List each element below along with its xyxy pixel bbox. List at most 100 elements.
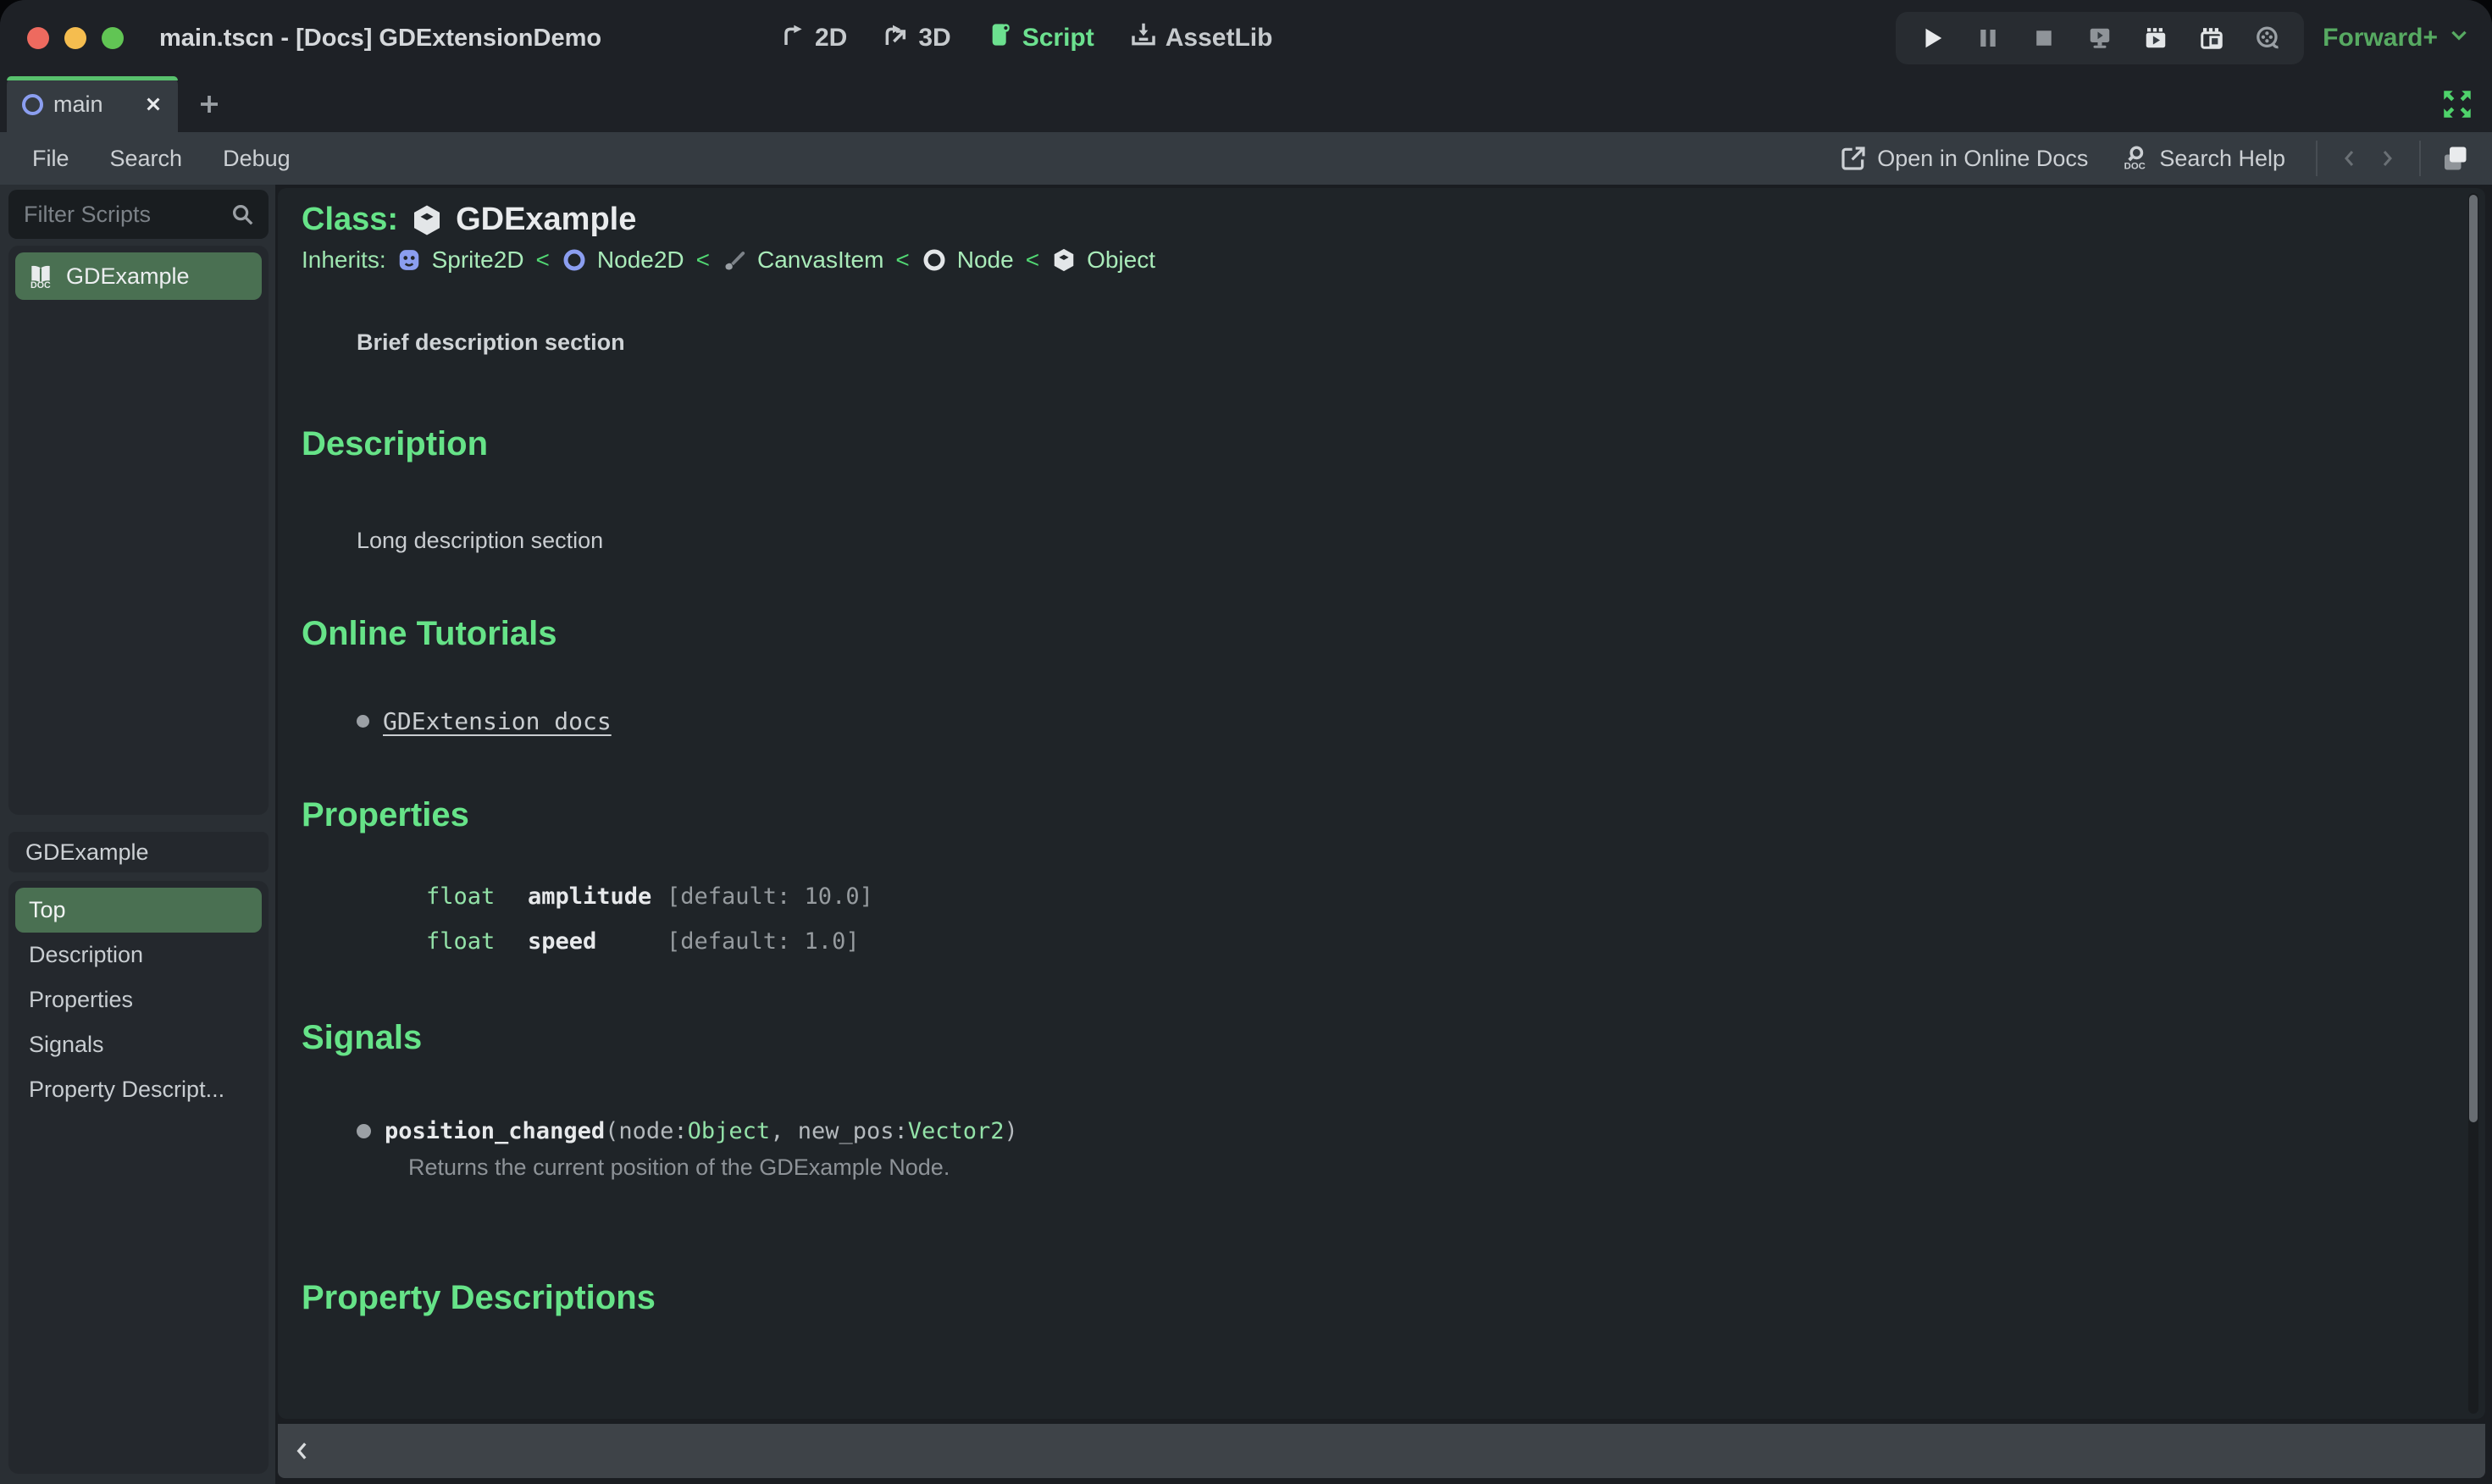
workspace-script-button[interactable]: Script (987, 21, 1094, 55)
play-button[interactable] (1919, 25, 1945, 51)
history-back-button[interactable] (2331, 140, 2368, 177)
filter-scripts-box (8, 190, 269, 239)
title-bar: main.tscn - [Docs] GDExtensionDemo 2D 3D… (0, 0, 2492, 76)
canvasitem-icon (725, 252, 745, 270)
description-heading: Description (302, 425, 489, 462)
distraction-free-mode-button[interactable] (2439, 86, 2475, 122)
zoom-window-button[interactable] (102, 27, 124, 49)
script-list: DOC GDExample (8, 246, 269, 815)
close-tab-icon[interactable] (144, 95, 163, 114)
play-custom-scene-button[interactable] (2199, 25, 2224, 51)
menu-debug[interactable]: Debug (202, 146, 311, 172)
svg-text:DOC: DOC (2124, 162, 2146, 172)
signal-description: Returns the current position of the GDEx… (408, 1155, 950, 1180)
play-movie-button[interactable] (2143, 25, 2168, 51)
search-help-button[interactable]: DOC Search Help (2105, 145, 2302, 172)
scene-tab-strip: main (0, 76, 2492, 132)
inherits-label: Inherits: (302, 246, 386, 273)
movie-maker-mode-button[interactable] (2255, 25, 2280, 51)
doc-column: Class: GDExample Inherits: Sprite2D < No… (275, 185, 2492, 1484)
toggle-scripts-panel-button[interactable] (2434, 140, 2475, 177)
bullet-icon (357, 1124, 371, 1138)
inherits-link-object[interactable]: Object (1087, 246, 1155, 274)
properties-heading: Properties (302, 796, 469, 833)
signal-param-type-vector2[interactable]: Vector2 (908, 1118, 1005, 1144)
chevron-down-icon (2448, 24, 2470, 53)
script-editor-menubar: File Search Debug Open in Online Docs DO… (0, 132, 2492, 185)
workspace-2d-button[interactable]: 2D (779, 21, 847, 55)
property-name-amplitude[interactable]: amplitude (501, 883, 667, 910)
svg-text:DOC: DOC (30, 280, 51, 290)
external-link-icon (1841, 147, 1865, 170)
editor-body: DOC GDExample GDExample Top Description … (0, 185, 2492, 1484)
scrollbar-thumb[interactable] (2469, 195, 2478, 1123)
history-forward-button[interactable] (2368, 140, 2406, 177)
object-icon (1054, 248, 1074, 272)
2d-workspace-icon (779, 21, 806, 55)
collapse-panel-button[interactable] (291, 1440, 313, 1462)
menu-file[interactable]: File (12, 146, 90, 172)
property-default: [default: 1.0] (667, 928, 860, 955)
minimize-window-button[interactable] (64, 27, 86, 49)
inherits-link-node[interactable]: Node (957, 246, 1014, 274)
sprite2d-icon (399, 250, 418, 270)
play-remote-button[interactable] (2087, 25, 2113, 51)
signal-param-type-object[interactable]: Object (688, 1118, 771, 1144)
object-icon (414, 205, 440, 235)
script-workspace-icon (987, 21, 1014, 55)
3d-workspace-icon (883, 21, 910, 55)
new-scene-tab-button[interactable] (193, 88, 225, 120)
class-title: Class: GDExample (302, 202, 2451, 238)
section-item-properties[interactable]: Properties (15, 977, 262, 1022)
macos-window-controls (27, 27, 124, 49)
menu-search[interactable]: Search (90, 146, 203, 172)
node2d-icon (563, 249, 585, 271)
open-online-docs-button[interactable]: Open in Online Docs (1823, 145, 2105, 172)
search-icon (233, 205, 253, 225)
gdextension-docs-link[interactable]: GDExtension docs (383, 707, 612, 735)
doc-scrollbar[interactable] (2468, 193, 2478, 1414)
divider (2316, 141, 2318, 176)
run-bar: Forward+ (1896, 0, 2470, 76)
inherits-link-sprite2d[interactable]: Sprite2D (432, 246, 524, 274)
workspace-switcher: 2D 3D Script AssetLib (779, 0, 1272, 76)
inherits-link-node2d[interactable]: Node2D (597, 246, 684, 274)
workspace-3d-button[interactable]: 3D (883, 21, 951, 55)
close-window-button[interactable] (27, 27, 49, 49)
filter-scripts-input[interactable] (22, 200, 230, 229)
section-item-signals[interactable]: Signals (15, 1022, 262, 1067)
divider (2419, 141, 2421, 176)
property-type[interactable]: float (426, 883, 501, 910)
brief-description: Brief description section (357, 329, 625, 355)
workspace-assetlib-button[interactable]: AssetLib (1130, 21, 1272, 55)
property-type[interactable]: float (426, 928, 501, 955)
chevron-right-icon (2383, 151, 2392, 166)
godot-editor-window: main.tscn - [Docs] GDExtensionDemo 2D 3D… (0, 0, 2492, 1484)
stop-button[interactable] (2031, 25, 2057, 51)
class-reference-view: Class: GDExample Inherits: Sprite2D < No… (278, 188, 2485, 1419)
plus-icon (201, 96, 218, 113)
playback-controls (1896, 12, 2305, 64)
bullet-icon (357, 715, 369, 728)
inherits-link-canvasitem[interactable]: CanvasItem (757, 246, 883, 274)
node-icon (923, 249, 945, 271)
class-label: Class: (302, 202, 399, 237)
signals-heading: Signals (302, 1019, 423, 1056)
script-list-item-gdexample[interactable]: DOC GDExample (15, 252, 262, 300)
property-default: [default: 10.0] (667, 883, 873, 910)
member-filter-header[interactable]: GDExample (8, 832, 269, 872)
properties-table: float amplitude [default: 10.0] float sp… (426, 883, 2451, 955)
pause-button[interactable] (1975, 25, 2001, 51)
expand-icon (2444, 91, 2471, 118)
doc-section-list: Top Description Properties Signals Prope… (8, 881, 269, 1474)
section-item-property-descriptions[interactable]: Property Descript... (15, 1067, 262, 1112)
scene-tab-main[interactable]: main (7, 76, 178, 132)
property-name-speed[interactable]: speed (501, 928, 667, 955)
section-item-top[interactable]: Top (15, 888, 262, 933)
inherits-row: Inherits: Sprite2D < Node2D < CanvasItem… (302, 246, 1155, 274)
long-description: Long description section (357, 528, 604, 553)
renderer-selector[interactable]: Forward+ (2323, 24, 2470, 53)
section-item-description[interactable]: Description (15, 933, 262, 977)
panels-icon (2445, 147, 2467, 170)
bottom-panel-bar (278, 1424, 2485, 1478)
